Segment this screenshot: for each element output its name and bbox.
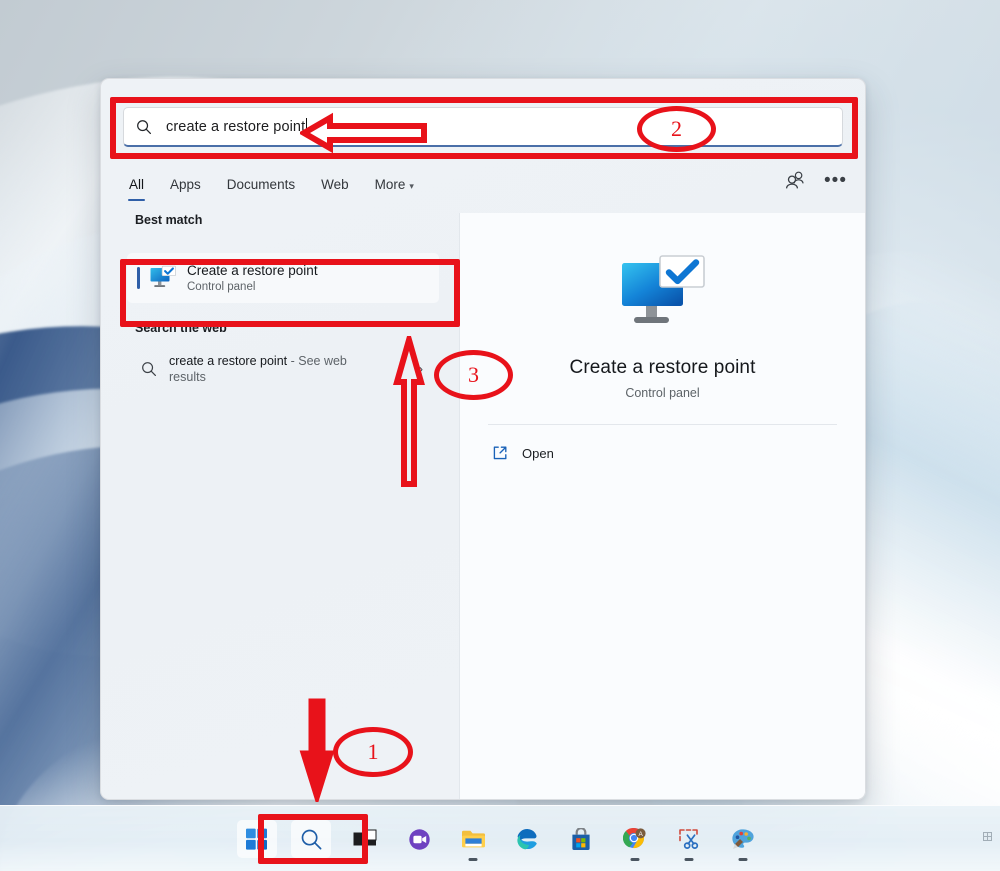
best-match-subtitle: Control panel (187, 280, 256, 293)
start-button[interactable] (237, 820, 277, 858)
search-button[interactable] (291, 820, 331, 858)
search-header-actions: ••• (785, 171, 847, 190)
preview-title: Create a restore point (569, 357, 756, 378)
search-input-value: create a restore point (166, 118, 306, 135)
result-preview-pane: Create a restore point Control panel Ope… (459, 213, 865, 799)
chevron-down-icon: ▾ (409, 181, 414, 191)
restore-point-icon (150, 265, 176, 287)
search-icon (301, 829, 321, 849)
web-result-query: create a restore point (169, 354, 288, 368)
tab-web[interactable]: Web (319, 175, 351, 201)
tab-apps[interactable]: Apps (168, 175, 203, 201)
tab-label: More (374, 177, 406, 192)
search-results-list: Best match Create a restore point Contro… (101, 213, 461, 799)
tab-label: Documents (226, 177, 296, 192)
google-chrome-icon: A (623, 827, 646, 849)
file-explorer-button[interactable] (453, 820, 493, 861)
restore-point-icon (621, 255, 705, 323)
feedback-icon[interactable] (785, 171, 806, 190)
best-match-title: Create a restore point (187, 262, 318, 278)
task-view-button[interactable] (345, 820, 385, 858)
paint-button[interactable] (723, 820, 763, 861)
taskbar: A (0, 805, 1000, 871)
search-filter-tabs: All Apps Documents Web More ▾ (127, 171, 843, 205)
snipping-tool-icon (678, 828, 698, 849)
taskbar-icon-row: A (237, 820, 763, 861)
tab-more[interactable]: More ▾ (373, 175, 416, 201)
file-explorer-icon (461, 830, 485, 848)
tab-label: Apps (170, 177, 201, 192)
tab-label: All (129, 177, 145, 192)
search-the-web-label: Search the web (135, 321, 227, 335)
best-match-result[interactable]: Create a restore point Control panel (127, 253, 439, 303)
search-icon (137, 119, 152, 134)
best-match-label: Best match (135, 213, 203, 227)
windows-logo-icon (246, 828, 267, 850)
search-box-row: create a restore point (123, 107, 843, 147)
chat-icon (408, 828, 430, 850)
chevron-right-icon[interactable]: › (419, 362, 423, 376)
text-caret (306, 118, 308, 135)
running-indicator (468, 858, 478, 861)
more-options-icon[interactable]: ••• (824, 171, 847, 190)
paint-icon (732, 828, 754, 849)
show-desktop-icon[interactable] (983, 832, 992, 841)
microsoft-store-button[interactable] (561, 820, 601, 858)
microsoft-edge-icon (517, 829, 537, 850)
search-the-web-section: Search the web create a restore point - … (101, 321, 461, 395)
preview-subtitle: Control panel (625, 386, 700, 400)
open-action-label: Open (522, 445, 554, 461)
microsoft-edge-button[interactable] (507, 820, 547, 858)
running-indicator (684, 858, 694, 861)
search-flyout-panel: create a restore point All Apps Document… (100, 78, 866, 800)
snipping-tool-button[interactable] (669, 820, 709, 861)
open-external-icon (493, 446, 507, 460)
search-input[interactable]: create a restore point (123, 107, 843, 147)
google-chrome-button[interactable]: A (615, 820, 655, 861)
tab-label: Web (321, 177, 349, 192)
search-icon (142, 362, 156, 376)
selection-indicator (137, 267, 140, 289)
task-view-icon (353, 829, 377, 846)
web-result-item[interactable]: create a restore point - See web results… (127, 343, 439, 395)
tab-all[interactable]: All (127, 175, 146, 201)
open-action-button[interactable]: Open (492, 445, 865, 461)
divider (488, 424, 837, 425)
microsoft-store-icon (572, 827, 590, 850)
web-result-text: create a restore point - See web results (169, 353, 369, 385)
running-indicator (630, 858, 640, 861)
chat-button[interactable] (399, 820, 439, 858)
running-indicator (738, 858, 748, 861)
svg-text:A: A (638, 831, 643, 838)
tab-documents[interactable]: Documents (225, 175, 297, 201)
